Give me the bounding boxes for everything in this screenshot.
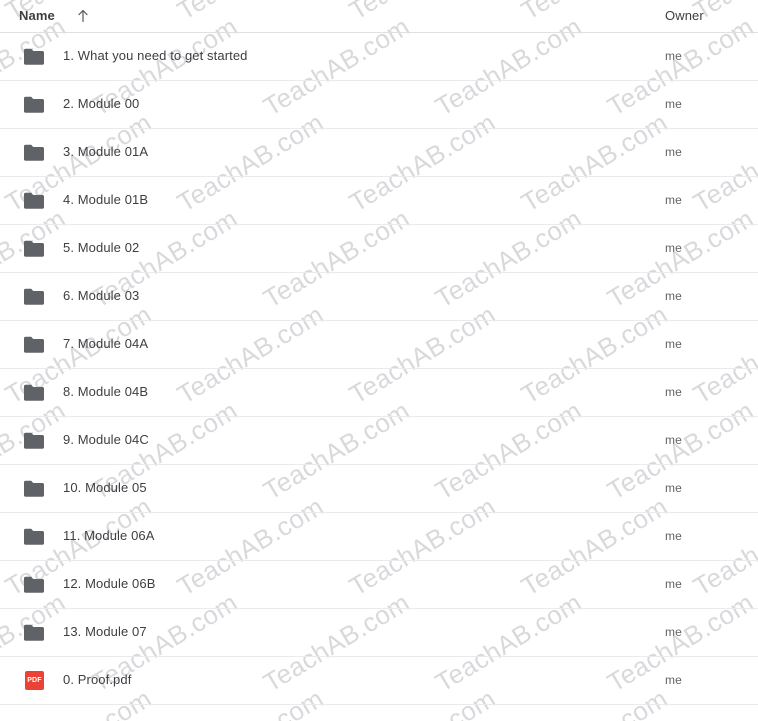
table-row[interactable]: 9. Module 04C me bbox=[0, 417, 758, 465]
file-name: 3. Module 01A bbox=[63, 144, 149, 159]
file-owner: me bbox=[665, 145, 682, 159]
file-list-header: Name Owner bbox=[0, 0, 758, 33]
folder-icon bbox=[23, 287, 45, 307]
table-row[interactable]: 8. Module 04B me bbox=[0, 369, 758, 417]
table-row[interactable]: 4. Module 01B me bbox=[0, 177, 758, 225]
file-owner: me bbox=[665, 97, 682, 111]
table-row[interactable]: 12. Module 06B me bbox=[0, 561, 758, 609]
table-row[interactable]: PDF 0. Proof.pdf me bbox=[0, 657, 758, 705]
file-name: 1. What you need to get started bbox=[63, 48, 248, 63]
file-owner: me bbox=[665, 241, 682, 255]
table-row[interactable]: 1. What you need to get started me bbox=[0, 33, 758, 81]
file-list: Name Owner 1. What you need to get start… bbox=[0, 0, 758, 705]
folder-icon bbox=[23, 431, 45, 451]
file-name: 2. Module 00 bbox=[63, 96, 140, 111]
pdf-icon: PDF bbox=[25, 671, 44, 690]
folder-icon bbox=[23, 335, 45, 355]
table-row[interactable]: 13. Module 07 me bbox=[0, 609, 758, 657]
column-header-name[interactable]: Name bbox=[19, 8, 55, 23]
folder-icon bbox=[23, 479, 45, 499]
table-row[interactable]: 5. Module 02 me bbox=[0, 225, 758, 273]
file-owner: me bbox=[665, 193, 682, 207]
table-row[interactable]: 7. Module 04A me bbox=[0, 321, 758, 369]
file-owner: me bbox=[665, 337, 682, 351]
folder-icon bbox=[23, 527, 45, 547]
file-name: 5. Module 02 bbox=[63, 240, 140, 255]
file-owner: me bbox=[665, 385, 682, 399]
file-owner: me bbox=[665, 433, 682, 447]
folder-icon bbox=[23, 623, 45, 643]
file-owner: me bbox=[665, 529, 682, 543]
file-owner: me bbox=[665, 625, 682, 639]
file-owner: me bbox=[665, 673, 682, 687]
folder-icon bbox=[23, 95, 45, 115]
table-row[interactable]: 2. Module 00 me bbox=[0, 81, 758, 129]
file-name: 11. Module 06A bbox=[63, 528, 155, 543]
file-name: 7. Module 04A bbox=[63, 336, 149, 351]
table-row[interactable]: 3. Module 01A me bbox=[0, 129, 758, 177]
table-row[interactable]: 11. Module 06A me bbox=[0, 513, 758, 561]
folder-icon bbox=[23, 143, 45, 163]
file-owner: me bbox=[665, 289, 682, 303]
folder-icon bbox=[23, 383, 45, 403]
folder-icon bbox=[23, 239, 45, 259]
file-name: 12. Module 06B bbox=[63, 576, 156, 591]
file-name: 13. Module 07 bbox=[63, 624, 147, 639]
folder-icon bbox=[23, 191, 45, 211]
file-name: 8. Module 04B bbox=[63, 384, 149, 399]
file-name: 6. Module 03 bbox=[63, 288, 140, 303]
file-name: 9. Module 04C bbox=[63, 432, 149, 447]
table-row[interactable]: 10. Module 05 me bbox=[0, 465, 758, 513]
arrow-up-icon[interactable] bbox=[74, 7, 92, 25]
file-name: 4. Module 01B bbox=[63, 192, 149, 207]
folder-icon bbox=[23, 47, 45, 67]
file-owner: me bbox=[665, 49, 682, 63]
file-rows-container: 1. What you need to get started me 2. Mo… bbox=[0, 33, 758, 705]
column-header-owner[interactable]: Owner bbox=[665, 8, 704, 23]
pdf-icon-label: PDF bbox=[27, 677, 42, 684]
folder-icon bbox=[23, 575, 45, 595]
file-owner: me bbox=[665, 577, 682, 591]
table-row[interactable]: 6. Module 03 me bbox=[0, 273, 758, 321]
file-name: 10. Module 05 bbox=[63, 480, 147, 495]
file-owner: me bbox=[665, 481, 682, 495]
file-name: 0. Proof.pdf bbox=[63, 672, 132, 687]
